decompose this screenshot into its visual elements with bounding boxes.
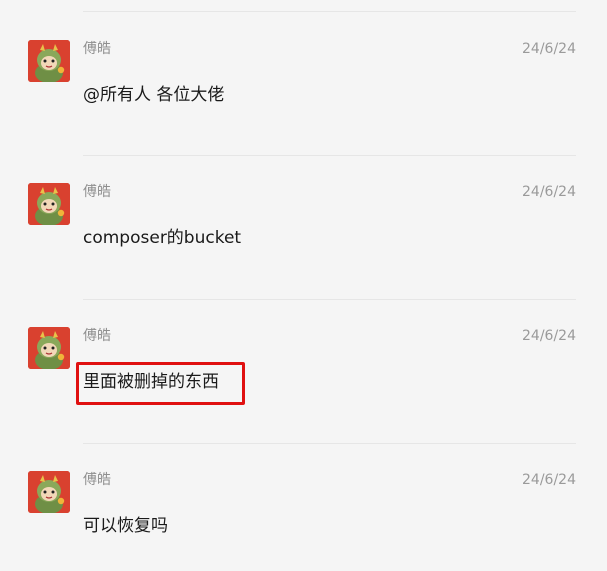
message-text[interactable]: composer的bucket	[83, 227, 241, 249]
message-text[interactable]: 里面被删掉的东西	[83, 371, 219, 393]
chat-message: 傅皓 24/6/24 composer的bucket	[0, 183, 607, 283]
message-timestamp: 24/6/24	[522, 472, 576, 488]
chat-message: 傅皓 24/6/24 可以恢复吗	[0, 471, 607, 571]
dragon-cartoon-avatar-icon[interactable]	[28, 40, 70, 82]
sender-name: 傅皓	[83, 184, 111, 200]
sender-name: 傅皓	[83, 41, 111, 57]
chat-message: 傅皓 24/6/24 里面被删掉的东西	[0, 327, 607, 427]
sender-name: 傅皓	[83, 472, 111, 488]
dragon-cartoon-avatar-icon[interactable]	[28, 327, 70, 369]
dragon-cartoon-avatar-icon[interactable]	[28, 183, 70, 225]
message-divider	[83, 11, 576, 12]
sender-name: 傅皓	[83, 328, 111, 344]
message-timestamp: 24/6/24	[522, 328, 576, 344]
dragon-cartoon-avatar-icon[interactable]	[28, 471, 70, 513]
message-divider	[83, 155, 576, 156]
message-timestamp: 24/6/24	[522, 41, 576, 57]
message-text[interactable]: 可以恢复吗	[83, 515, 168, 537]
message-divider	[83, 443, 576, 444]
message-divider	[83, 299, 576, 300]
message-timestamp: 24/6/24	[522, 184, 576, 200]
chat-message: 傅皓 24/6/24 @所有人 各位大佬	[0, 40, 607, 140]
message-text[interactable]: @所有人 各位大佬	[83, 84, 224, 106]
